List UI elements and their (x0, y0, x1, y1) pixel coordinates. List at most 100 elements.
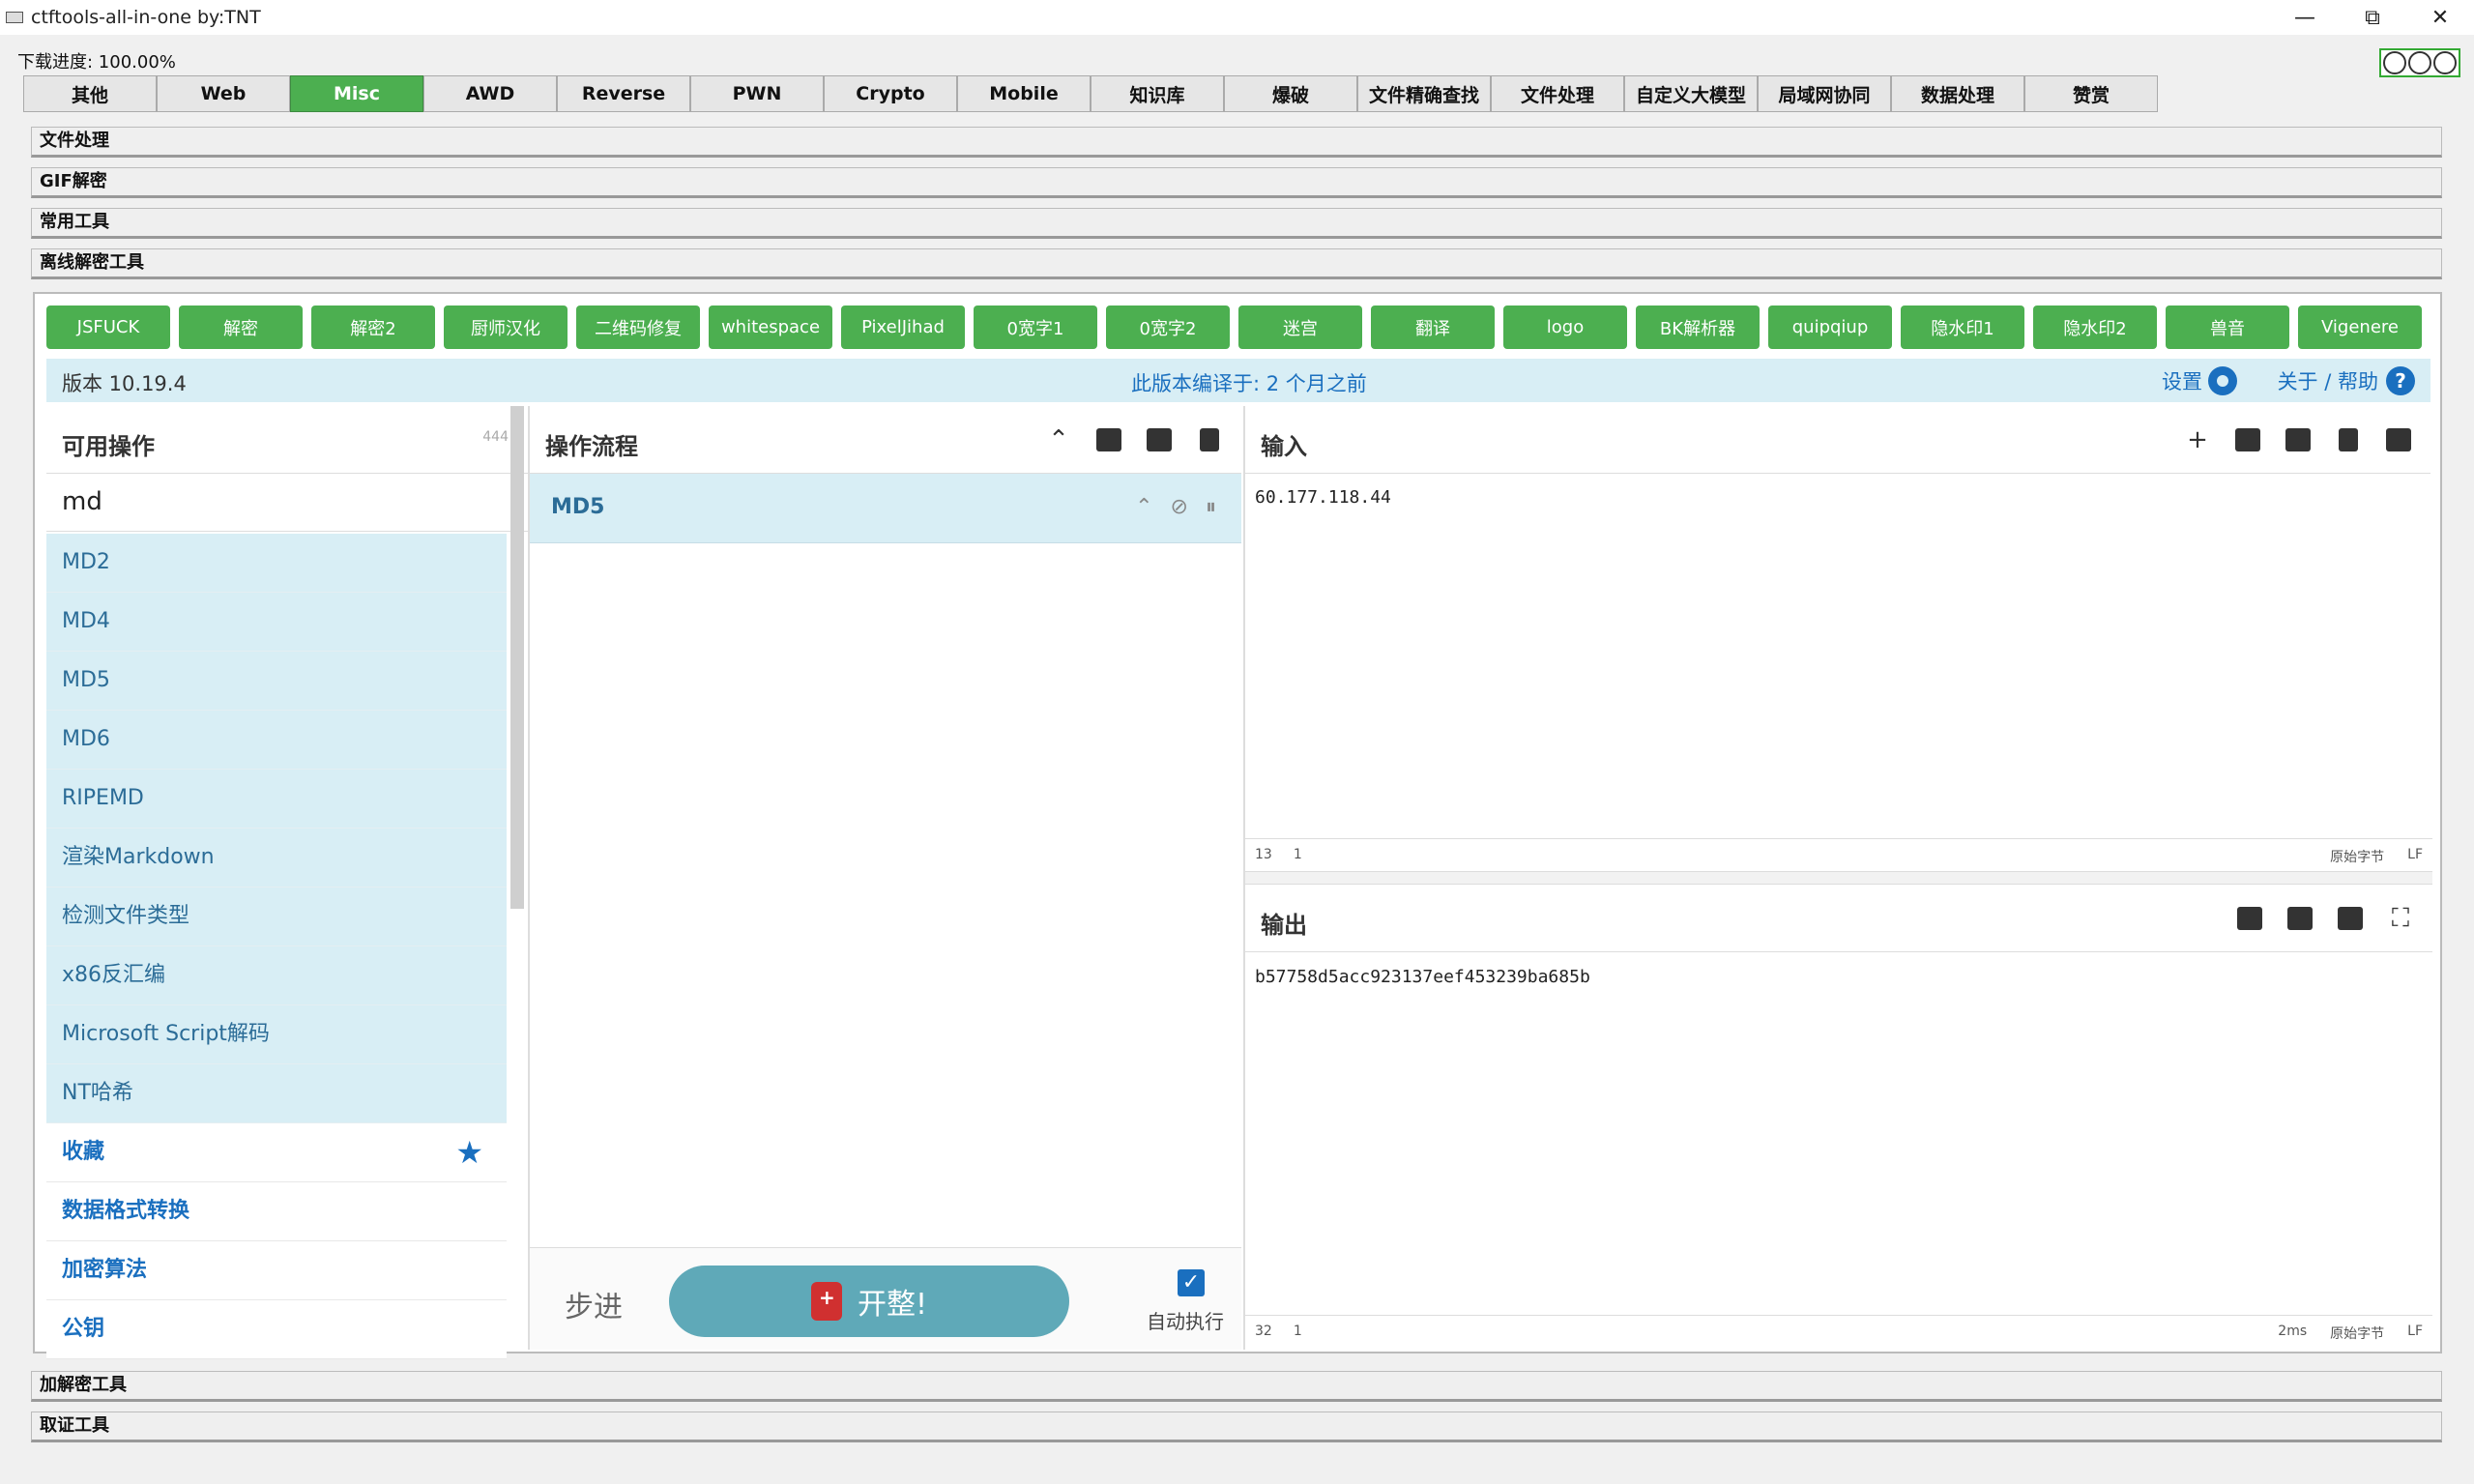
output-eol[interactable]: LF (2407, 1324, 2423, 1343)
section-gif-decrypt[interactable]: GIF解密 (31, 167, 2442, 198)
save-output-icon[interactable] (2235, 904, 2264, 933)
tab-reverse[interactable]: Reverse (557, 75, 690, 112)
tool-button[interactable]: 翻译 (1371, 306, 1495, 349)
version-label: 版本 10.19.4 (62, 372, 187, 395)
bake-button[interactable]: 开整! (669, 1266, 1069, 1337)
list-item[interactable]: NT哈希 (46, 1064, 507, 1123)
tool-button[interactable]: whitespace (709, 306, 832, 349)
output-textarea[interactable]: b57758d5acc923137eef453239ba685b (1245, 953, 1600, 1001)
tool-button[interactable]: 厨师汉化 (444, 306, 568, 349)
tool-button[interactable]: 隐水印2 (2033, 306, 2157, 349)
help-link[interactable]: 关于 / 帮助 ? (2278, 366, 2415, 395)
category-label: 收藏 (62, 1140, 105, 1164)
operations-scrollbar[interactable] (510, 406, 524, 909)
recipe-op-name: MD5 (551, 495, 605, 519)
clear-input-icon[interactable] (2334, 425, 2363, 454)
recipe-operation[interactable]: MD5 ⌃ ⊘ ⏸ (530, 474, 1241, 543)
add-tab-icon[interactable]: + (2183, 425, 2212, 454)
list-item[interactable]: MD4 (46, 593, 507, 652)
minimize-button[interactable]: — (2271, 0, 2339, 35)
tab-donate[interactable]: 赞赏 (2024, 75, 2158, 112)
section-offline-decrypt[interactable]: 离线解密工具 (31, 248, 2442, 279)
tab-crypto[interactable]: Crypto (824, 75, 957, 112)
list-item[interactable]: 检测文件类型 (46, 887, 507, 946)
tool-button[interactable]: 二维码修复 (576, 306, 700, 349)
tab-file-processing[interactable]: 文件处理 (1491, 75, 1624, 112)
tool-button[interactable]: Vigenere (2298, 306, 2422, 349)
input-encoding[interactable]: 原始字节 (2330, 847, 2384, 866)
restore-button[interactable]: ⧉ (2339, 0, 2406, 35)
tool-button[interactable]: 解密2 (311, 306, 435, 349)
tab-misc[interactable]: Misc (290, 75, 423, 112)
folder-icon[interactable] (1145, 425, 1174, 454)
tool-button[interactable]: 隐水印1 (1901, 306, 2024, 349)
tab-bruteforce[interactable]: 爆破 (1224, 75, 1357, 112)
disable-icon[interactable]: ⊘ (1171, 495, 1188, 519)
list-item[interactable]: x86反汇编 (46, 946, 507, 1005)
tool-button[interactable]: 兽音 (2166, 306, 2289, 349)
tab-data-processing[interactable]: 数据处理 (1891, 75, 2024, 112)
tool-button[interactable]: 迷宫 (1238, 306, 1362, 349)
tool-button[interactable]: BK解析器 (1636, 306, 1760, 349)
list-item[interactable]: RIPEMD (46, 770, 507, 829)
status-indicators (2379, 48, 2460, 77)
tab-web[interactable]: Web (157, 75, 290, 112)
tool-button[interactable]: quipqiup (1768, 306, 1892, 349)
download-progress: 下载进度: 100.00% (17, 52, 176, 73)
input-textarea[interactable]: 60.177.118.44 (1245, 474, 2430, 521)
layout-icon[interactable] (2384, 425, 2413, 454)
auto-bake-label: 自动执行 (1147, 1310, 1224, 1333)
open-file-icon[interactable] (2284, 425, 2313, 454)
tab-lan-collab[interactable]: 局域网协同 (1758, 75, 1891, 112)
category-favorites[interactable]: 收藏 ★ (46, 1123, 507, 1182)
step-button[interactable]: 步进 (565, 1283, 623, 1325)
list-item[interactable]: Microsoft Script解码 (46, 1005, 507, 1064)
settings-link[interactable]: 设置 (2162, 366, 2237, 395)
operations-header: 可用操作 444 (46, 406, 538, 474)
tool-button[interactable]: JSFUCK (46, 306, 170, 349)
output-encoding[interactable]: 原始字节 (2330, 1324, 2384, 1343)
save-icon[interactable] (1094, 425, 1123, 454)
tool-button[interactable]: PixelJihad (841, 306, 965, 349)
tab-other[interactable]: 其他 (23, 75, 157, 112)
tab-mobile[interactable]: Mobile (957, 75, 1091, 112)
io-divider[interactable] (1245, 871, 2432, 885)
tool-button[interactable]: logo (1503, 306, 1627, 349)
help-label: 关于 / 帮助 (2277, 370, 2378, 393)
section-crypto-tools[interactable]: 加解密工具 (31, 1371, 2442, 1402)
section-forensics-tools[interactable]: 取证工具 (31, 1411, 2442, 1442)
list-item[interactable]: MD5 (46, 652, 507, 711)
auto-bake-checkbox[interactable]: ✓ (1178, 1269, 1205, 1296)
list-item[interactable]: MD6 (46, 711, 507, 770)
tab-pwn[interactable]: PWN (690, 75, 824, 112)
chevron-up-icon[interactable]: ⌃ (1135, 495, 1152, 519)
trash-icon[interactable] (1195, 425, 1224, 454)
tool-button[interactable]: 0宽字1 (974, 306, 1097, 349)
category-encryption[interactable]: 加密算法 (46, 1241, 507, 1300)
section-file-processing[interactable]: 文件处理 (31, 127, 2442, 158)
category-data-format[interactable]: 数据格式转换 (46, 1182, 507, 1241)
replace-input-icon[interactable] (2336, 904, 2365, 933)
tab-knowledge[interactable]: 知识库 (1091, 75, 1224, 112)
output-title: 输出 (1261, 912, 1307, 939)
copy-icon[interactable] (2285, 904, 2314, 933)
open-folder-icon[interactable] (2233, 425, 2262, 454)
tool-button[interactable]: 0宽字2 (1106, 306, 1230, 349)
operations-search-input[interactable]: md (46, 474, 538, 532)
operations-title: 可用操作 (62, 433, 155, 460)
recipe-footer: 步进 开整! ✓ 自动执行 (530, 1247, 1241, 1350)
pause-icon[interactable]: ⏸ (1206, 495, 1216, 519)
close-button[interactable]: ✕ (2406, 0, 2474, 35)
list-item[interactable]: MD2 (46, 534, 507, 593)
tab-custom-llm[interactable]: 自定义大模型 (1624, 75, 1758, 112)
recipe-header: 操作流程 ⌃ (530, 406, 1241, 474)
collapse-icon[interactable]: ⌃ (1044, 425, 1073, 454)
input-eol[interactable]: LF (2407, 847, 2423, 866)
tab-awd[interactable]: AWD (423, 75, 557, 112)
maximize-icon[interactable]: ⛶ (2386, 904, 2415, 933)
category-public-key[interactable]: 公钥 (46, 1300, 507, 1359)
tab-file-search[interactable]: 文件精确查找 (1357, 75, 1491, 112)
tool-button[interactable]: 解密 (179, 306, 303, 349)
list-item[interactable]: 渲染Markdown (46, 829, 507, 887)
section-common-tools[interactable]: 常用工具 (31, 208, 2442, 239)
